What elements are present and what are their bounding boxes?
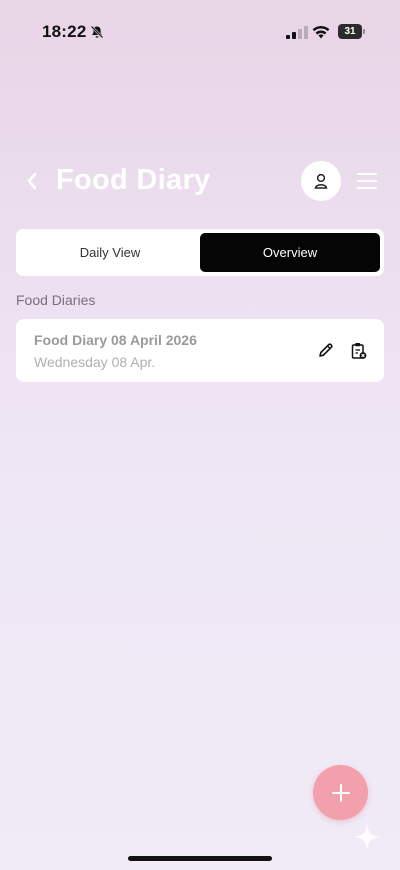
status-bar: 18:22 31 bbox=[0, 0, 400, 64]
wifi-icon bbox=[312, 25, 330, 39]
cellular-signal-icon bbox=[286, 26, 308, 39]
diary-title: Food Diary 08 April 2026 bbox=[34, 332, 197, 348]
battery-level: 31 bbox=[338, 24, 362, 39]
profile-button[interactable] bbox=[301, 161, 341, 201]
page-title: Food Diary bbox=[56, 164, 211, 196]
sparkle-icon bbox=[353, 823, 381, 851]
plus-icon bbox=[331, 783, 350, 802]
diary-date: Wednesday 08 Apr. bbox=[34, 354, 156, 370]
section-heading: Food Diaries bbox=[16, 292, 96, 308]
battery-icon: 31 bbox=[338, 24, 366, 40]
user-icon bbox=[314, 173, 328, 189]
back-button[interactable] bbox=[20, 168, 44, 194]
view-segmented-control: Daily View Overview bbox=[16, 229, 384, 276]
app-header: Food Diary bbox=[0, 160, 400, 204]
clipboard-delete-icon[interactable] bbox=[351, 342, 367, 360]
status-time: 18:22 bbox=[42, 22, 87, 41]
add-diary-button[interactable] bbox=[313, 765, 368, 820]
pencil-icon[interactable] bbox=[317, 342, 334, 359]
home-indicator bbox=[128, 856, 272, 861]
hamburger-menu-icon[interactable] bbox=[356, 170, 378, 192]
chevron-left-icon bbox=[27, 172, 37, 190]
bell-slash-icon bbox=[90, 25, 104, 39]
diary-list-item[interactable]: Food Diary 08 April 2026 Wednesday 08 Ap… bbox=[16, 319, 384, 382]
tab-overview[interactable]: Overview bbox=[200, 233, 380, 272]
tab-daily-view[interactable]: Daily View bbox=[20, 233, 200, 272]
